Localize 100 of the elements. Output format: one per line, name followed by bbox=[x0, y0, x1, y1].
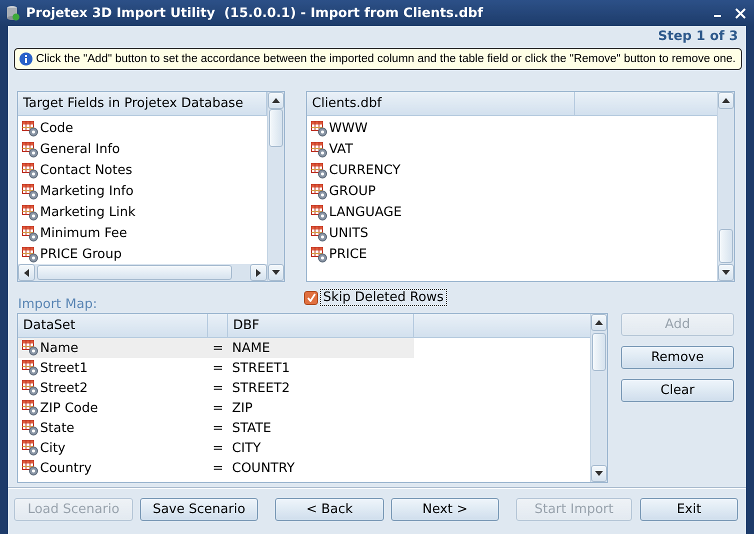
table-gear-icon bbox=[22, 360, 39, 376]
table-gear-icon bbox=[22, 120, 39, 136]
list-item[interactable]: CURRENCY bbox=[307, 160, 717, 181]
list-item[interactable]: UNITS bbox=[307, 223, 717, 244]
scrollbar[interactable] bbox=[267, 92, 284, 281]
table-cell: Street1 bbox=[40, 360, 88, 376]
field-name: Minimum Fee bbox=[40, 226, 128, 241]
scroll-up-arrow-icon[interactable] bbox=[595, 320, 603, 325]
table-row[interactable]: Country = COUNTRY bbox=[18, 458, 590, 478]
table-gear-icon bbox=[311, 204, 328, 220]
checkbox-label[interactable]: Skip Deleted Rows bbox=[320, 289, 447, 306]
table-cell: Name bbox=[40, 340, 78, 356]
list-item[interactable]: Contact Notes bbox=[18, 160, 267, 181]
table-cell: City bbox=[40, 440, 66, 456]
window-title: Projetex 3D Import Utility (15.0.0.1) - Import from Clients.dbf bbox=[26, 6, 484, 20]
button[interactable]: Next > bbox=[391, 498, 499, 521]
scroll-up-arrow-icon[interactable] bbox=[722, 98, 730, 103]
scroll-thumb[interactable] bbox=[592, 333, 606, 371]
table-gear-icon bbox=[22, 162, 39, 178]
scroll-down-arrow-icon[interactable] bbox=[595, 471, 603, 476]
list-item[interactable]: LANGUAGE bbox=[307, 202, 717, 223]
button[interactable]: Save Scenario bbox=[140, 498, 258, 521]
list-item[interactable]: WWW bbox=[307, 118, 717, 139]
list-item[interactable]: General Info bbox=[18, 139, 267, 160]
table-row[interactable]: Street1 = STREET1 bbox=[18, 358, 590, 378]
step-indicator: Step 1 of 3 bbox=[658, 28, 739, 46]
table-cell-text: STATE bbox=[231, 420, 272, 438]
scroll-right-arrow-icon[interactable] bbox=[256, 268, 261, 276]
button[interactable]: < Back bbox=[275, 498, 384, 521]
table-row[interactable]: Street2 = STREET2 bbox=[18, 378, 590, 398]
field-name: PRICE Group bbox=[40, 247, 122, 262]
scrollbar[interactable] bbox=[717, 92, 734, 281]
field-name: PRICE bbox=[329, 247, 367, 262]
table-cell-text: = bbox=[212, 360, 224, 378]
field-name: WWW bbox=[329, 121, 368, 136]
column-header[interactable]: DBF bbox=[228, 314, 414, 337]
table-gear-icon bbox=[311, 184, 328, 200]
table-cell: ZIP Code bbox=[40, 400, 98, 416]
scroll-thumb[interactable] bbox=[719, 229, 733, 263]
field-name: GROUP bbox=[329, 184, 376, 199]
table-cell: Country bbox=[40, 460, 92, 476]
scroll-up-arrow-icon[interactable] bbox=[272, 98, 280, 103]
table-gear-icon bbox=[311, 142, 328, 158]
table-cell-text: STREET1 bbox=[231, 360, 291, 378]
table-gear-icon bbox=[311, 162, 328, 178]
checkbox[interactable] bbox=[304, 290, 318, 304]
table-cell-text: CITY bbox=[231, 440, 262, 458]
list-item[interactable]: PRICE Group bbox=[18, 244, 267, 264]
table-gear-icon bbox=[22, 184, 39, 200]
table-gear-icon bbox=[22, 246, 39, 262]
table-cell-text: = bbox=[212, 460, 224, 478]
section-label: Import Map: bbox=[18, 297, 98, 312]
field-name: Marketing Info bbox=[40, 184, 134, 199]
button[interactable]: Clear bbox=[621, 379, 734, 402]
field-name: CURRENCY bbox=[329, 163, 400, 178]
hint-text: Click the "Add" button to set the accordance between the imported column and the table field or click the "Remove" button to remove one. bbox=[36, 53, 736, 65]
list-item[interactable]: Minimum Fee bbox=[18, 223, 267, 244]
scroll-down-arrow-icon[interactable] bbox=[272, 270, 280, 275]
table-cell-text: = bbox=[212, 440, 224, 458]
table-gear-icon bbox=[22, 340, 39, 356]
table-gear-icon bbox=[311, 120, 328, 136]
scroll-down-arrow-icon[interactable] bbox=[722, 270, 730, 275]
table-cell-text: = bbox=[212, 420, 224, 438]
table-row[interactable]: Name = NAME bbox=[18, 338, 590, 358]
table-gear-icon bbox=[22, 400, 39, 416]
app-icon bbox=[6, 5, 20, 21]
list-item[interactable]: Code bbox=[18, 118, 267, 139]
list-item[interactable]: GROUP bbox=[307, 181, 717, 202]
field-name: VAT bbox=[329, 142, 353, 157]
button[interactable]: Remove bbox=[621, 346, 734, 369]
scroll-thumb[interactable] bbox=[37, 265, 232, 280]
scroll-thumb[interactable] bbox=[269, 109, 283, 147]
table-cell-text: ZIP bbox=[231, 400, 254, 418]
close-icon[interactable] bbox=[735, 8, 746, 18]
scrollbar[interactable] bbox=[590, 314, 607, 482]
table-row[interactable]: State = STATE bbox=[18, 418, 590, 438]
field-name: General Info bbox=[40, 142, 120, 157]
horizontal-scrollbar[interactable] bbox=[18, 264, 267, 281]
table-cell: Street2 bbox=[40, 380, 88, 396]
table-cell: = bbox=[208, 338, 228, 358]
table-gear-icon bbox=[22, 226, 39, 242]
list-item[interactable]: Marketing Link bbox=[18, 202, 267, 223]
field-name: Contact Notes bbox=[40, 163, 132, 178]
field-name: LANGUAGE bbox=[329, 205, 402, 220]
button[interactable]: Exit bbox=[640, 498, 738, 521]
scroll-left-arrow-icon[interactable] bbox=[24, 268, 29, 276]
table-gear-icon bbox=[311, 246, 328, 262]
table-cell: NAME bbox=[228, 338, 414, 358]
info-icon bbox=[19, 52, 33, 66]
table-gear-icon bbox=[22, 380, 39, 396]
table-gear-icon bbox=[22, 204, 39, 220]
table-row[interactable]: City = CITY bbox=[18, 438, 590, 458]
table-row[interactable]: ZIP Code = ZIP bbox=[18, 398, 590, 418]
column-header[interactable]: DataSet bbox=[18, 314, 208, 337]
table-gear-icon bbox=[22, 440, 39, 456]
table-gear-icon bbox=[22, 142, 39, 158]
list-item[interactable]: VAT bbox=[307, 139, 717, 160]
table-gear-icon bbox=[22, 460, 39, 476]
list-item[interactable]: PRICE bbox=[307, 244, 717, 265]
list-item[interactable]: Marketing Info bbox=[18, 181, 267, 202]
